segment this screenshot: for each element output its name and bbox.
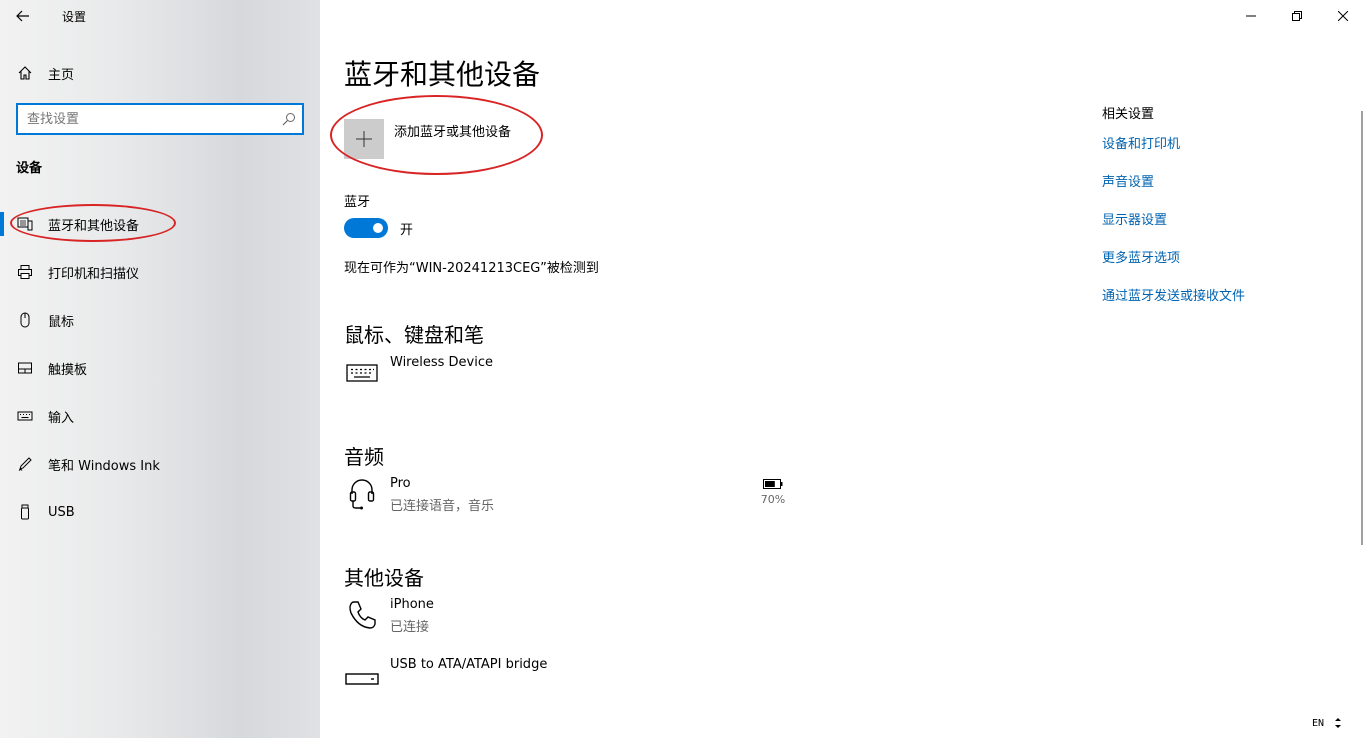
search-icon[interactable]	[276, 112, 302, 126]
device-status: 已连接	[390, 620, 430, 635]
device-name: Wireless Device	[390, 355, 493, 370]
search-box	[16, 103, 304, 135]
drive-icon	[344, 657, 380, 693]
sidebar-nav: 蓝牙和其他设备 打印机和扫描仪 鼠标 触摸板 输入 笔和 Windows Ink…	[0, 200, 320, 536]
keyboard-icon	[344, 355, 380, 391]
sidebar-item-bluetooth[interactable]: 蓝牙和其他设备	[0, 200, 320, 248]
restore-icon	[1292, 11, 1302, 21]
section-label-devices: 设备	[16, 161, 43, 176]
sidebar-item-usb[interactable]: USB	[0, 488, 320, 536]
mouse-icon	[17, 312, 33, 328]
ime-arrows-icon	[1335, 718, 1341, 728]
sidebar-home[interactable]: 主页	[0, 57, 320, 89]
device-name: iPhone	[390, 597, 434, 612]
link-sound-settings[interactable]: 声音设置	[1102, 171, 1245, 190]
device-text: USB to ATA/ATAPI bridge	[390, 657, 547, 672]
device-pro[interactable]: Pro 已连接语音，音乐	[344, 476, 494, 514]
sidebar-item-label: 鼠标	[48, 314, 75, 330]
headset-icon	[344, 476, 380, 512]
link-bluetooth-file-transfer[interactable]: 通过蓝牙发送或接收文件	[1102, 285, 1245, 304]
keyboard-icon	[17, 408, 33, 424]
device-wireless[interactable]: Wireless Device	[344, 355, 493, 391]
window-controls	[1228, 0, 1366, 32]
sidebar-item-label: 笔和 Windows Ink	[48, 458, 160, 474]
scrollbar[interactable]	[1361, 111, 1363, 545]
search-input[interactable]	[18, 105, 276, 133]
group-title-other: 其他设备	[344, 566, 424, 590]
pen-icon	[17, 456, 33, 472]
phone-icon	[344, 597, 380, 633]
add-device-label: 添加蓝牙或其他设备	[394, 125, 512, 140]
link-devices-printers[interactable]: 设备和打印机	[1102, 133, 1245, 152]
plus-icon	[344, 119, 384, 159]
bluetooth-toggle-state: 开	[400, 222, 414, 238]
link-display-settings[interactable]: 显示器设置	[1102, 209, 1245, 228]
printer-icon	[17, 264, 33, 280]
minimize-button[interactable]	[1228, 0, 1274, 32]
close-button[interactable]	[1320, 0, 1366, 32]
home-icon	[17, 65, 33, 81]
device-text: Pro 已连接语音，音乐	[390, 476, 494, 514]
settings-window: 设置 主页 设备	[0, 0, 1366, 738]
sidebar: 设置 主页 设备	[0, 0, 320, 738]
sidebar-item-label: USB	[48, 504, 75, 520]
close-icon	[1338, 11, 1348, 21]
sidebar-home-label: 主页	[48, 67, 75, 83]
related-settings: 相关设置 设备和打印机 声音设置 显示器设置 更多蓝牙选项 通过蓝牙发送或接收文…	[1102, 103, 1245, 304]
ime-indicator[interactable]: EN	[1312, 717, 1342, 729]
app-title: 设置	[62, 9, 87, 24]
restore-button[interactable]	[1274, 0, 1320, 32]
bluetooth-toggle-row: 开	[344, 218, 413, 238]
device-name: USB to ATA/ATAPI bridge	[390, 657, 548, 672]
related-settings-title: 相关设置	[1102, 107, 1155, 122]
discoverable-text: 现在可作为“WIN-20241213CEG”被检测到	[344, 261, 599, 276]
battery-icon	[763, 479, 783, 489]
sidebar-item-pen[interactable]: 笔和 Windows Ink	[0, 440, 320, 488]
link-more-bluetooth-options[interactable]: 更多蓝牙选项	[1102, 247, 1245, 266]
sidebar-item-label: 触摸板	[48, 362, 88, 378]
battery-percent: 70%	[760, 493, 786, 506]
sidebar-item-label: 蓝牙和其他设备	[48, 218, 140, 234]
title-bar: 设置	[0, 0, 320, 32]
back-arrow-icon	[16, 10, 29, 22]
back-button[interactable]	[0, 0, 46, 32]
bluetooth-devices-icon	[17, 216, 33, 232]
device-text: iPhone 已连接	[390, 597, 434, 635]
sidebar-item-label: 打印机和扫描仪	[48, 266, 140, 282]
sidebar-item-mouse[interactable]: 鼠标	[0, 296, 320, 344]
device-name: Pro	[390, 476, 411, 491]
sidebar-item-touchpad[interactable]: 触摸板	[0, 344, 320, 392]
sidebar-item-typing[interactable]: 输入	[0, 392, 320, 440]
add-device-button[interactable]: 添加蓝牙或其他设备	[344, 119, 511, 159]
ime-language: EN	[1311, 717, 1324, 729]
sidebar-item-label: 输入	[48, 410, 75, 426]
touchpad-icon	[17, 360, 33, 376]
battery-indicator: 70%	[758, 479, 788, 506]
usb-icon	[17, 504, 33, 520]
bluetooth-label: 蓝牙	[344, 195, 371, 210]
device-iphone[interactable]: iPhone 已连接	[344, 597, 434, 635]
toggle-knob	[373, 223, 383, 233]
device-text: Wireless Device	[390, 355, 493, 370]
sidebar-item-printers[interactable]: 打印机和扫描仪	[0, 248, 320, 296]
page-title: 蓝牙和其他设备	[344, 58, 541, 91]
device-usb-bridge[interactable]: USB to ATA/ATAPI bridge	[344, 657, 547, 693]
minimize-icon	[1246, 15, 1256, 17]
group-title-input: 鼠标、键盘和笔	[344, 323, 484, 347]
group-title-audio: 音频	[344, 445, 384, 469]
bluetooth-toggle[interactable]	[344, 218, 388, 238]
main-content: 蓝牙和其他设备 添加蓝牙或其他设备 蓝牙 开 现在可作为“WIN-2024121…	[320, 0, 1366, 738]
device-status: 已连接语音，音乐	[390, 499, 495, 514]
